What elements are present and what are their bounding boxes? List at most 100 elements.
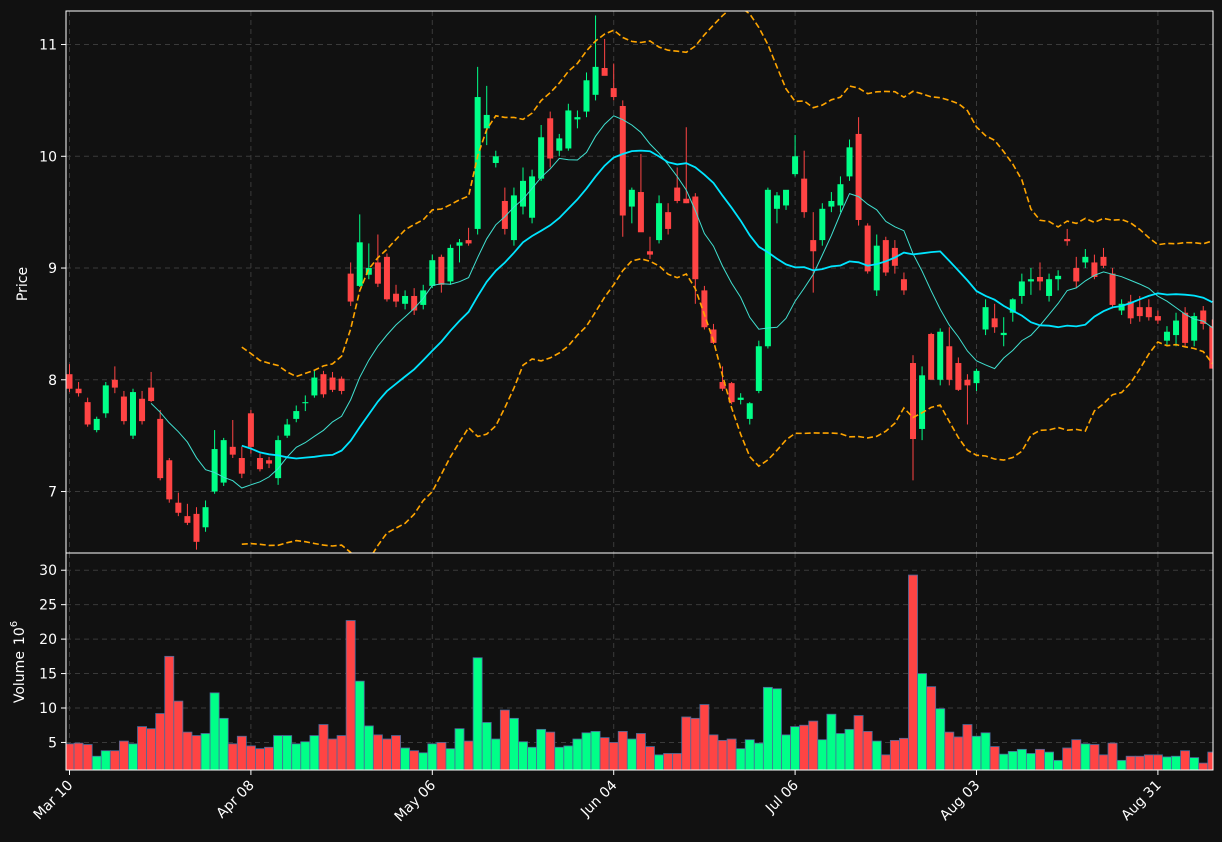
volume-bar — [481, 722, 492, 770]
candle-body — [1064, 238, 1071, 242]
candle-body — [583, 80, 590, 112]
price-tick-label: 10 — [39, 149, 57, 165]
volume-axis-label: Volume — [12, 651, 28, 703]
volume-bar — [345, 620, 356, 770]
volume-tick-label: 30 — [39, 563, 57, 579]
volume-bar — [599, 737, 610, 770]
volume-bar — [826, 713, 837, 770]
candle-body — [764, 189, 771, 347]
price-panel-frame — [65, 10, 1214, 554]
volume-bar — [518, 741, 528, 770]
candle-body — [529, 176, 536, 218]
volume-bar — [236, 735, 247, 770]
volume-bar — [146, 728, 157, 770]
volume-bar — [799, 724, 810, 770]
volume-bar — [73, 742, 84, 770]
volume-bar — [1125, 755, 1136, 770]
candle-body — [1036, 276, 1043, 282]
volume-tick-label: 5 — [48, 735, 57, 751]
volume-bar — [563, 745, 574, 770]
volume-bar — [1189, 757, 1200, 770]
volume-bar — [499, 709, 510, 770]
volume-bar — [1198, 762, 1209, 770]
candle-body — [256, 458, 263, 470]
candle-body — [447, 247, 454, 282]
candle-body — [792, 156, 799, 175]
volume-bar — [282, 735, 293, 770]
candle-body — [973, 370, 980, 384]
volume-bar — [899, 737, 909, 770]
candle-body — [964, 379, 971, 386]
candle-body — [510, 195, 517, 241]
volume-bar — [372, 734, 383, 770]
volume-bar — [835, 733, 846, 770]
candle-body — [111, 379, 118, 388]
candle-body — [229, 446, 236, 455]
volume-bar — [708, 734, 719, 770]
volume-bar — [572, 738, 583, 770]
candle-body — [592, 66, 599, 95]
volume-bar — [1116, 759, 1127, 770]
candle-body — [692, 196, 699, 280]
volume-bar — [1025, 753, 1036, 770]
volume-bar — [536, 728, 547, 770]
candle-body — [456, 242, 463, 246]
volume-bar — [889, 739, 900, 770]
candle-body — [329, 377, 336, 390]
volume-bar — [1098, 754, 1109, 770]
candle-body — [139, 398, 146, 422]
candle-body — [783, 189, 790, 206]
volume-bar — [654, 754, 664, 770]
candle-body — [1200, 310, 1207, 324]
candle-body — [356, 242, 363, 286]
price-plot-area — [66, 11, 1213, 553]
volume-bar — [762, 686, 773, 770]
volume-bar — [327, 738, 338, 770]
volume-bar — [635, 733, 646, 770]
volume-bar — [554, 746, 565, 770]
candle-body — [148, 387, 155, 402]
bollinger-lower-line — [241, 257, 1213, 553]
volume-bar — [871, 740, 882, 770]
x-tick-label: Jul 06 — [762, 777, 802, 817]
candle-body — [311, 377, 318, 396]
price-tick-label: 9 — [48, 261, 57, 277]
candle-body — [801, 178, 808, 213]
volume-bar — [245, 745, 256, 770]
candle-body — [1018, 281, 1025, 296]
candle-body — [193, 513, 200, 542]
volume-bar — [1044, 751, 1054, 770]
candle-body — [601, 67, 608, 76]
price-tick-label: 7 — [48, 485, 57, 501]
candle-body — [755, 346, 762, 391]
candle-body — [202, 507, 209, 528]
volume-bar — [382, 738, 392, 770]
ma-short-line — [150, 115, 1213, 489]
candle-body — [737, 397, 744, 400]
price-axis-title: Price — [15, 267, 31, 301]
candle-body — [374, 262, 381, 284]
candle-body — [1000, 332, 1007, 336]
candlestick-chart: 7 8 9 10 11 5 10 15 20 25 30 Mar 10 Apr 08 May 06 Ju… — [9, 10, 1214, 825]
candle-body — [637, 192, 644, 233]
candle-body — [937, 331, 944, 380]
candle-body — [84, 402, 91, 425]
x-tick-label: Mar 10 — [31, 778, 77, 824]
volume-bar — [409, 750, 420, 770]
candle-body — [293, 411, 300, 419]
bollinger-upper-line — [241, 11, 1213, 378]
candle-body — [846, 147, 853, 177]
candle-body — [465, 240, 472, 244]
candle-body — [574, 117, 581, 120]
candle-body — [746, 403, 753, 419]
volume-bar — [508, 717, 519, 770]
volume-bar — [862, 731, 873, 770]
candle-body — [1136, 307, 1143, 317]
candle-body — [628, 189, 635, 207]
volume-bar — [681, 716, 692, 770]
volume-bar — [472, 657, 483, 770]
volume-bar — [300, 741, 311, 770]
candle-body — [646, 251, 653, 255]
volume-bar — [1071, 739, 1082, 770]
candle-body — [284, 424, 291, 436]
